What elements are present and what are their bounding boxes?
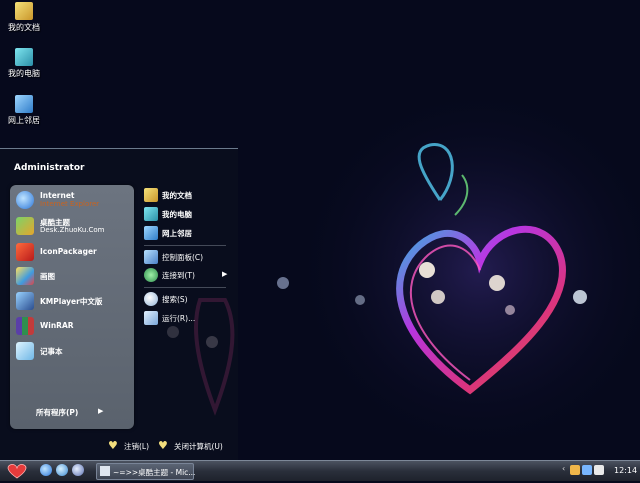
- desktop-icon-my-computer[interactable]: 我的电脑: [2, 48, 46, 79]
- desktop-icon-label: 我的电脑: [8, 69, 40, 78]
- start-item-paint[interactable]: 画图: [14, 265, 132, 287]
- desktop-icon-label: 我的文档: [8, 23, 40, 32]
- start-right-network-places[interactable]: 网上邻居: [144, 225, 234, 241]
- quicklaunch-browser-icon[interactable]: [56, 464, 68, 476]
- kmplayer-icon: [16, 292, 34, 310]
- start-item-title: Internet: [40, 191, 75, 200]
- start-item-title: 记事本: [40, 347, 63, 356]
- heart-start-icon: [7, 464, 27, 479]
- volume-icon[interactable]: [594, 465, 604, 475]
- tray-app-icon[interactable]: [570, 465, 580, 475]
- search-icon: [144, 292, 158, 306]
- iconpackager-icon: [16, 243, 34, 261]
- start-right-label: 运行(R)...: [162, 314, 196, 323]
- start-right-my-computer[interactable]: 我的电脑: [144, 206, 234, 222]
- start-right-control-panel[interactable]: 控制面板(C): [144, 249, 234, 265]
- desktop-icon-my-documents[interactable]: 我的文档: [2, 2, 46, 33]
- start-item-internet[interactable]: Internet Internet Explorer: [14, 189, 132, 211]
- my-documents-icon: [15, 2, 33, 20]
- heart-icon: ♥: [108, 439, 118, 452]
- start-item-title: 画图: [40, 272, 55, 281]
- network-places-icon: [144, 226, 158, 240]
- start-right-label: 我的电脑: [162, 210, 192, 219]
- logoff-button[interactable]: ♥ 注销(L): [108, 439, 154, 453]
- start-item-kmplayer[interactable]: KMPlayer中文版: [14, 290, 132, 312]
- paint-icon: [16, 267, 34, 285]
- internet-explorer-icon: [16, 191, 34, 209]
- start-right-my-documents[interactable]: 我的文档: [144, 187, 234, 203]
- start-item-subtitle: Desk.ZhuoKu.Com: [40, 226, 105, 234]
- window-icon: [100, 466, 110, 476]
- my-documents-icon: [144, 188, 158, 202]
- start-item-title: WinRAR: [40, 321, 74, 330]
- all-programs-button[interactable]: 所有程序(P): [36, 407, 78, 418]
- arrow-right-icon: ▶: [222, 270, 228, 278]
- shutdown-button[interactable]: ♥ 关闭计算机(U): [158, 439, 234, 453]
- menu-separator: [144, 245, 226, 246]
- taskbar-window-label: ~=>>桌酷主题 - Mic...: [113, 468, 196, 477]
- taskbar-window-button[interactable]: ~=>>桌酷主题 - Mic...: [96, 463, 196, 480]
- arrow-right-icon: ▶: [98, 407, 104, 415]
- start-right-label: 控制面板(C): [162, 253, 204, 262]
- zhuoku-theme-icon: [16, 217, 34, 235]
- network-places-icon: [15, 95, 33, 113]
- start-menu-username: Administrator: [14, 163, 85, 173]
- start-right-label: 网上邻居: [162, 229, 192, 238]
- start-menu-pinned-programs: Internet Internet Explorer 桌酷主题 Desk.Zhu…: [10, 185, 134, 429]
- run-icon: [144, 311, 158, 325]
- network-icon[interactable]: [582, 465, 592, 475]
- start-item-iconpackager[interactable]: IconPackager: [14, 241, 132, 263]
- start-item-title: KMPlayer中文版: [40, 297, 103, 306]
- start-right-label: 搜索(S): [162, 295, 188, 304]
- my-computer-icon: [15, 48, 33, 66]
- desktop-icon-label: 网上邻居: [8, 116, 40, 125]
- system-tray: ‹ 12:14: [562, 463, 638, 478]
- start-item-subtitle: Internet Explorer: [40, 200, 100, 208]
- start-item-notepad[interactable]: 记事本: [14, 340, 132, 362]
- heart-icon: ♥: [158, 439, 168, 452]
- start-menu-footer: ♥ 注销(L) ♥ 关闭计算机(U): [0, 431, 238, 459]
- menu-separator: [144, 287, 226, 288]
- logoff-label: 注销(L): [124, 442, 150, 451]
- winrar-icon: [16, 317, 34, 335]
- start-right-label: 连接到(T): [162, 271, 195, 280]
- start-right-run[interactable]: 运行(R)...: [144, 310, 234, 326]
- clock[interactable]: 12:14: [614, 466, 637, 475]
- start-item-zhuoku-theme[interactable]: 桌酷主题 Desk.ZhuoKu.Com: [14, 215, 132, 237]
- desktop-icon-network-places[interactable]: 网上邻居: [2, 95, 46, 126]
- notepad-icon: [16, 342, 34, 360]
- connect-to-icon: [144, 268, 158, 282]
- start-menu: Administrator Internet Internet Explorer…: [0, 148, 238, 461]
- shutdown-label: 关闭计算机(U): [174, 442, 223, 451]
- quicklaunch-media-icon[interactable]: [72, 464, 84, 476]
- quicklaunch-ie-icon[interactable]: [40, 464, 52, 476]
- my-computer-icon: [144, 207, 158, 221]
- taskbar: ~=>>桌酷主题 - Mic... ‹ 12:14: [0, 460, 640, 481]
- control-panel-icon: [144, 250, 158, 264]
- start-right-label: 我的文档: [162, 191, 192, 200]
- start-right-search[interactable]: 搜索(S): [144, 291, 234, 307]
- start-item-title: IconPackager: [40, 247, 97, 256]
- tray-expand-icon[interactable]: ‹: [562, 464, 568, 474]
- start-right-connect-to[interactable]: 连接到(T): [144, 267, 234, 283]
- start-button[interactable]: [2, 462, 32, 480]
- start-item-winrar[interactable]: WinRAR: [14, 315, 132, 337]
